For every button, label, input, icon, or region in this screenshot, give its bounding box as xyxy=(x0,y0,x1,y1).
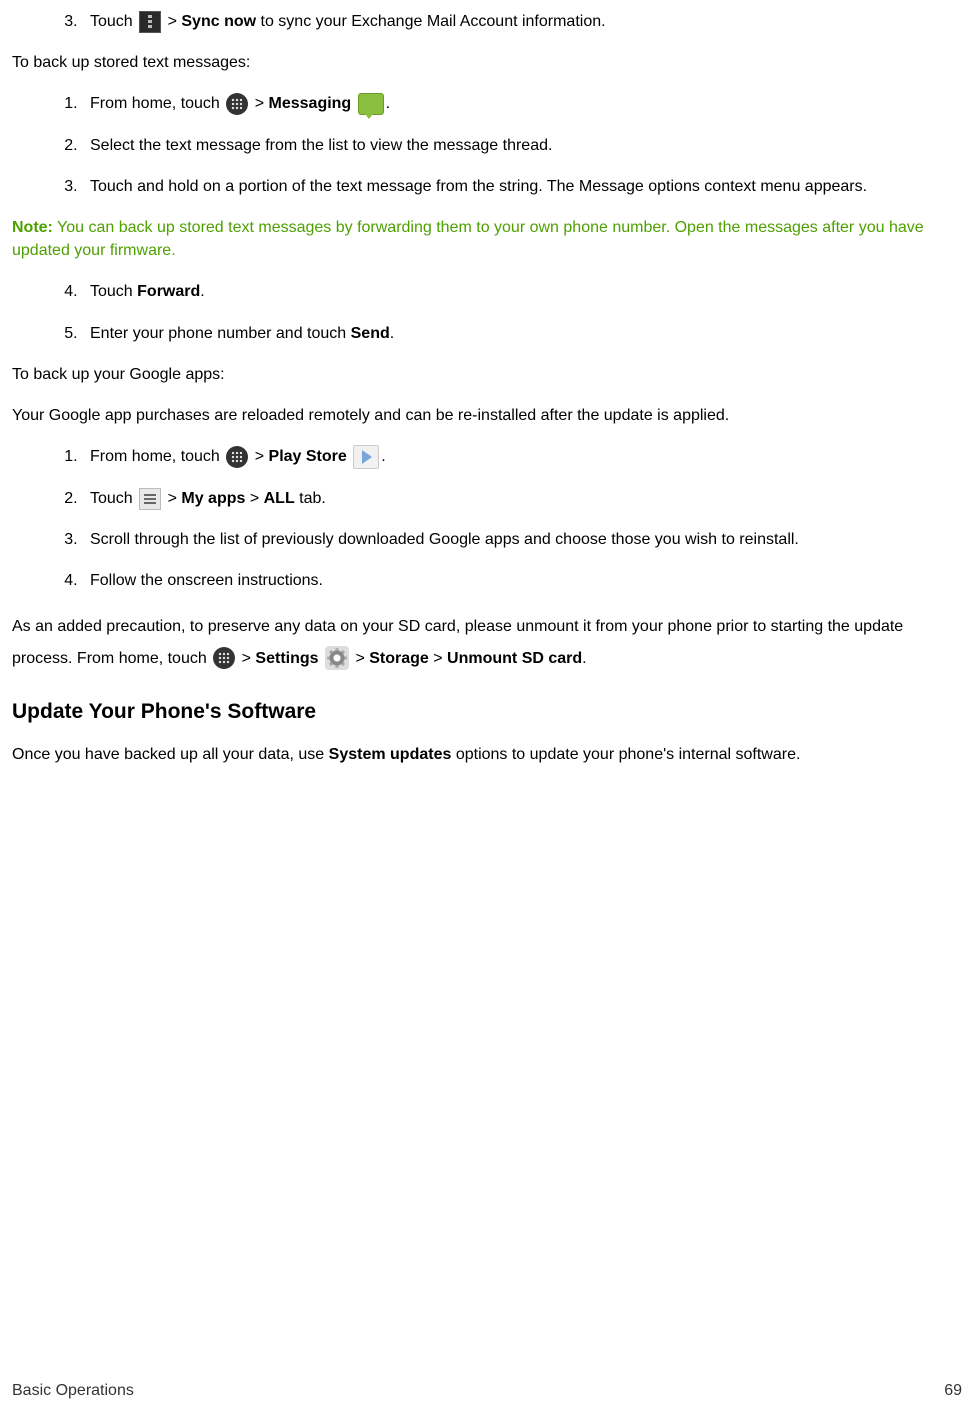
list-backup-google: From home, touch > Play Store . Touch > … xyxy=(12,445,962,593)
apps-icon xyxy=(226,446,248,468)
settings-bold: Settings xyxy=(255,650,318,667)
note-paragraph: Note: You can back up stored text messag… xyxy=(12,216,962,262)
step-open-playstore: From home, touch > Play Store . xyxy=(82,445,962,469)
update-desc: Once you have backed up all your data, u… xyxy=(12,743,962,766)
myapps-bold: My apps xyxy=(181,490,245,507)
step-select-message: Select the text message from the list to… xyxy=(82,134,962,157)
messaging-bold: Messaging xyxy=(269,95,352,112)
menu-overflow-icon xyxy=(139,11,161,33)
google-desc: Your Google app purchases are reloaded r… xyxy=(12,404,962,427)
step-open-messaging: From home, touch > Messaging . xyxy=(82,92,962,115)
apps-icon xyxy=(226,93,248,115)
step-follow: Follow the onscreen instructions. xyxy=(82,569,962,592)
apps-icon xyxy=(213,647,235,669)
note-label: Note: xyxy=(12,219,53,236)
menu-lines-icon xyxy=(139,488,161,510)
settings-icon xyxy=(325,646,349,670)
step-myapps: Touch > My apps > ALL tab. xyxy=(82,487,962,510)
footer-page-number: 69 xyxy=(944,1382,962,1400)
page-content: Touch > Sync now to sync your Exchange M… xyxy=(0,0,974,766)
all-bold: ALL xyxy=(264,490,295,507)
unmount-bold: Unmount SD card xyxy=(447,650,582,667)
step-forward: Touch Forward. xyxy=(82,280,962,303)
playstore-icon xyxy=(353,445,379,469)
sd-precaution: As an added precaution, to preserve any … xyxy=(12,611,962,675)
step-scroll: Scroll through the list of previously do… xyxy=(82,528,962,551)
step-send: Enter your phone number and touch Send. xyxy=(82,322,962,345)
storage-bold: Storage xyxy=(369,650,429,667)
messaging-icon xyxy=(358,93,384,115)
backup-google-heading: To back up your Google apps: xyxy=(12,363,962,386)
list-backup-text-continued: Touch Forward. Enter your phone number a… xyxy=(12,280,962,344)
send-bold: Send xyxy=(351,325,390,342)
list-exchange-continued: Touch > Sync now to sync your Exchange M… xyxy=(12,10,962,33)
sync-now-bold: Sync now xyxy=(181,13,256,30)
playstore-bold: Play Store xyxy=(269,448,347,465)
list-backup-text: From home, touch > Messaging . Select th… xyxy=(12,92,962,198)
page-footer: Basic Operations 69 xyxy=(12,1382,962,1400)
forward-bold: Forward xyxy=(137,283,200,300)
section-heading: Update Your Phone's Software xyxy=(12,697,962,727)
step-sync-now: Touch > Sync now to sync your Exchange M… xyxy=(82,10,962,33)
step-touch-hold: Touch and hold on a portion of the text … xyxy=(82,175,962,198)
backup-text-heading: To back up stored text messages: xyxy=(12,51,962,74)
system-updates-bold: System updates xyxy=(329,746,452,763)
footer-section-title: Basic Operations xyxy=(12,1382,134,1400)
